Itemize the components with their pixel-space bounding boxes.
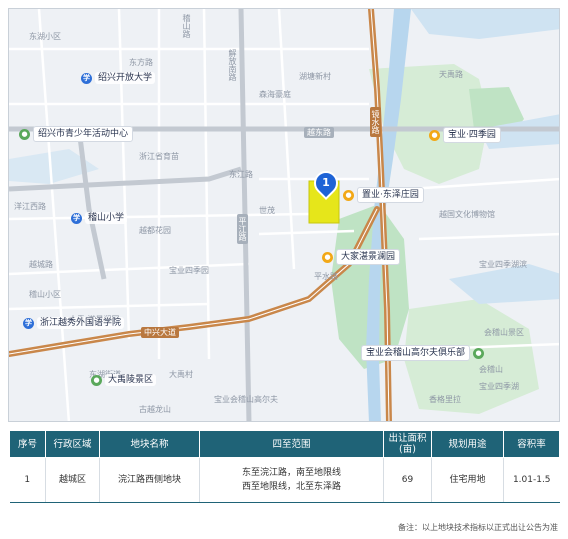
park-icon: ●: [19, 128, 30, 140]
residence-icon: ●: [343, 189, 354, 201]
place-label: 会稽山景区: [484, 328, 524, 337]
place-label: 东方路: [129, 58, 153, 67]
header-use: 规划用途: [431, 430, 504, 458]
residence-icon: ●: [429, 129, 440, 141]
place-label: 森海豪庭: [259, 90, 291, 99]
road-label-yuecheng: 越城路: [29, 260, 53, 269]
poi-jishan-primary-school[interactable]: 学 稽山小学: [71, 212, 128, 224]
poi-zhejiang-yuexiu[interactable]: 学 浙江越秀外国语学院: [23, 317, 125, 329]
place-label: 大禹村: [169, 370, 193, 379]
place-label: 越国文化博物馆: [439, 210, 495, 219]
map[interactable]: 镜水路 中兴大道 越东路 平江路 洋江西路 东江路 稽山路 解放南路 越城路 东…: [8, 8, 560, 422]
place-label: 会稽山: [479, 365, 503, 374]
parcel-table: 序号 行政区域 地块名称 四至范围 出让面积(亩) 规划用途 容积率 1 越城区…: [9, 430, 560, 503]
road-label-jiefang-south: 解放南路: [228, 49, 237, 81]
place-label: 湖塘新村: [299, 72, 331, 81]
cell-bounds: 东至浣江路，南至地限线 西至地限线，北至东泽路: [199, 457, 384, 503]
bounds-line-1: 东至浣江路，南至地限线: [241, 468, 341, 478]
road-label-pingjiang: 平江路: [237, 214, 248, 244]
poi-dayu-mausoleum[interactable]: ● 大禹陵景区: [91, 374, 157, 386]
school-icon: 学: [23, 317, 34, 329]
header-district: 行政区域: [45, 430, 100, 458]
road-label-yuedong: 越东路: [304, 127, 334, 138]
poi-baoye-golf-club[interactable]: 宝业会稽山高尔夫俱乐部 ●: [361, 345, 485, 361]
place-label: 东湖小区: [29, 32, 61, 41]
place-label: 稽山小区: [29, 290, 61, 299]
poi-baoye-siji-garden[interactable]: ● 宝业·四季园: [429, 127, 501, 143]
place-label: 宝业四季湖滨: [479, 260, 527, 269]
road-label-jingshui: 镜水路: [370, 107, 381, 137]
place-label: 越都花园: [139, 226, 171, 235]
place-label: 古越龙山: [139, 405, 171, 414]
road-label-dongjiang: 东江路: [229, 170, 253, 179]
site-marker-number: 1: [322, 176, 330, 189]
header-parcel-name: 地块名称: [99, 430, 200, 458]
school-icon: 学: [81, 72, 92, 84]
cell-parcel-name: 浣江路西侧地块: [99, 457, 200, 503]
cell-no: 1: [9, 457, 46, 503]
place-label: 香格里拉: [429, 395, 461, 404]
table-header-row: 序号 行政区域 地块名称 四至范围 出让面积(亩) 规划用途 容积率: [9, 430, 560, 458]
place-label: 浙江省育苗: [139, 152, 179, 161]
poi-youth-activity-center[interactable]: ● 绍兴市青少年活动中心: [19, 126, 134, 142]
bounds-line-2: 西至地限线，北至东泽路: [241, 482, 341, 492]
place-label: 宝业会稽山高尔夫: [214, 395, 278, 404]
footnote: 备注：以上地块技术指标以正式出让公告为准: [398, 523, 558, 532]
place-label: 天禹路: [439, 70, 463, 79]
poi-zhiye-dongze-garden[interactable]: ● 置业·东泽庄园: [343, 187, 424, 203]
road-label-zhongxing: 中兴大道: [141, 327, 179, 338]
road-label-jishan: 稽山路: [182, 14, 191, 38]
cell-far: 1.01-1.5: [503, 457, 560, 503]
cell-use: 住宅用地: [431, 457, 504, 503]
place-label: 宝业四季湖: [479, 382, 519, 391]
school-icon: 学: [71, 212, 82, 224]
header-bounds: 四至范围: [199, 430, 384, 458]
cell-district: 越城区: [45, 457, 100, 503]
place-label: 宝业四季园: [169, 266, 209, 275]
place-label: 平水路: [314, 272, 338, 281]
header-far: 容积率: [503, 430, 560, 458]
park-icon: ●: [91, 374, 102, 386]
place-label: 世茂: [259, 206, 275, 215]
road-label-yangjiang-west: 洋江西路: [14, 202, 46, 211]
poi-dajia-zhanjing-garden[interactable]: ● 大家湛景澜园: [322, 249, 401, 265]
cell-area: 69: [383, 457, 432, 503]
header-area: 出让面积(亩): [383, 430, 432, 458]
poi-shaoxing-open-university[interactable]: 学 绍兴开放大学: [81, 72, 156, 84]
residence-icon: ●: [322, 251, 333, 263]
park-icon: ●: [473, 347, 485, 359]
table-row[interactable]: 1 越城区 浣江路西侧地块 东至浣江路，南至地限线 西至地限线，北至东泽路 69…: [9, 457, 560, 503]
header-no: 序号: [9, 430, 46, 458]
